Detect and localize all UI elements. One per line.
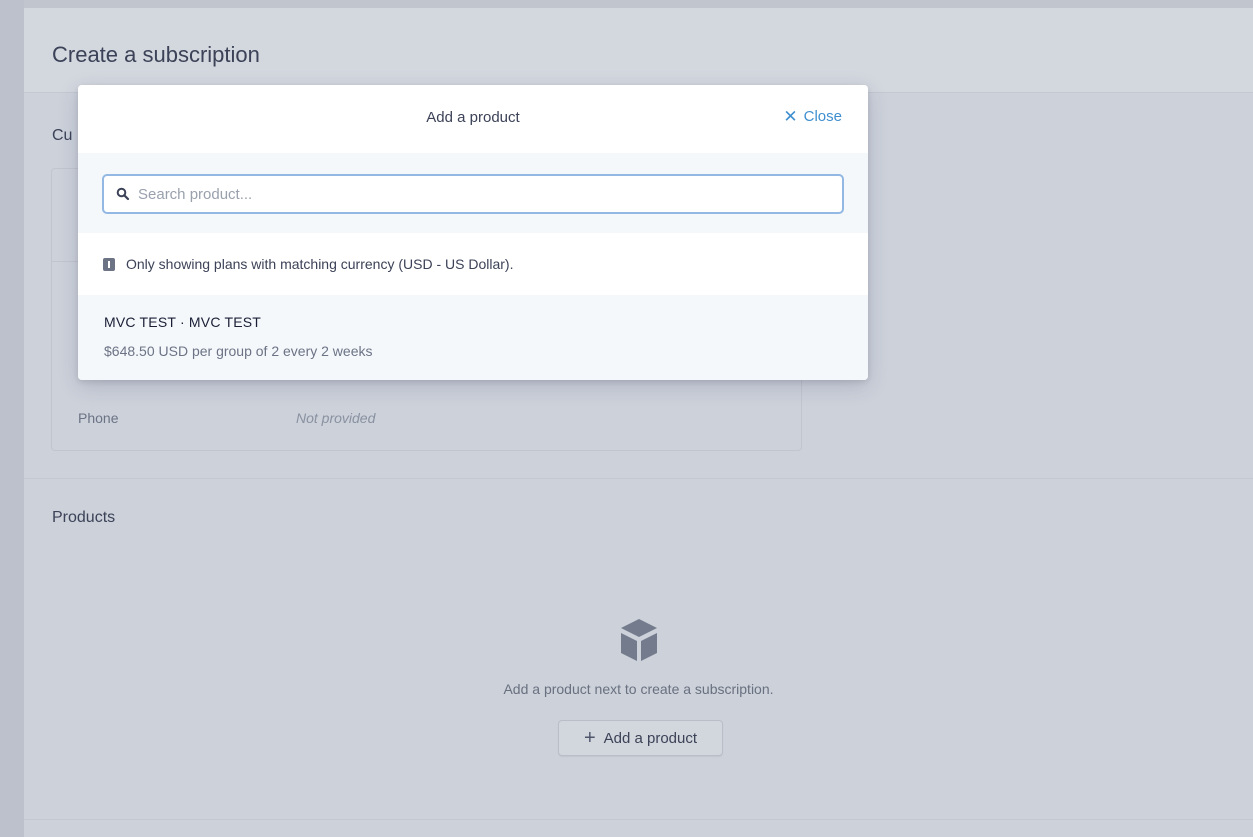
search-box[interactable] [102,174,844,214]
add-product-modal: Add a product ✕ Close Only showing plans… [78,85,868,380]
currency-notice-text: Only showing plans with matching currenc… [126,256,514,272]
empty-products-text: Add a product next to create a subscript… [503,681,774,697]
add-product-button[interactable]: + Add a product [558,720,723,756]
info-icon [103,257,115,271]
product-result-name: MVC TEST · MVC TEST [104,314,262,330]
search-icon [116,187,130,201]
modal-header: Add a product ✕ Close [78,85,868,153]
left-sidebar-edge [0,0,24,837]
add-product-button-label: Add a product [603,729,698,747]
close-button-label: Close [803,108,842,125]
phone-value: Not provided [296,410,376,426]
phone-label: Phone [78,410,119,426]
top-strip [0,0,1253,8]
product-result-detail: $648.50 USD per group of 2 every 2 weeks [104,343,373,359]
customer-section-label: Cu [52,127,73,144]
search-area [78,153,868,233]
page-title: Create a subscription [52,42,260,67]
plus-icon: + [583,727,596,749]
close-button[interactable]: ✕ Close [783,108,842,125]
currency-notice: Only showing plans with matching currenc… [78,233,868,295]
page-bottom-divider [24,819,1253,820]
search-product-input[interactable] [138,185,818,203]
product-result-item[interactable]: MVC TEST · MVC TEST $648.50 USD per grou… [78,295,868,380]
modal-title: Add a product [426,109,520,126]
box-icon [621,619,657,661]
section-divider [24,478,1253,479]
products-section-label: Products [52,509,116,526]
page-header: Create a subscription [24,8,1253,93]
close-icon: ✕ [783,107,798,126]
